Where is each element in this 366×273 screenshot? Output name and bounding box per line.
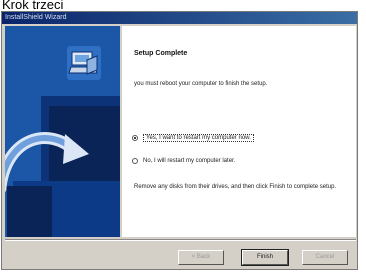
cancel-button[interactable]: Cancel — [302, 250, 348, 265]
restart-now-label[interactable]: Yes, I want to restart my computer now. — [143, 134, 254, 142]
installer-window: InstallShield Wizard Setup Complete you … — [1, 11, 358, 270]
restart-now-option[interactable]: Yes, I want to restart my computer now. — [132, 134, 254, 142]
computer-art-icon — [5, 26, 120, 237]
content-panel: Setup Complete you must reboot your comp… — [122, 26, 356, 237]
window-title: InstallShield Wizard — [5, 14, 67, 21]
page-title: Setup Complete — [134, 50, 188, 57]
restart-later-label[interactable]: No, I will restart my computer later. — [143, 158, 235, 164]
button-separator — [5, 239, 356, 241]
radio-unselected-icon[interactable] — [132, 158, 138, 164]
wizard-art-panel — [5, 26, 120, 237]
title-bar[interactable]: InstallShield Wizard — [2, 12, 357, 24]
back-button[interactable]: < Back — [178, 250, 224, 265]
restart-later-option[interactable]: No, I will restart my computer later. — [132, 158, 235, 164]
computer-box-icon — [67, 46, 101, 80]
instructions-text: Remove any disks from their drives, and … — [134, 184, 337, 190]
radio-selected-icon[interactable] — [132, 135, 138, 141]
finish-button[interactable]: Finish — [241, 249, 289, 266]
reboot-message: you must reboot your computer to finish … — [134, 81, 268, 87]
